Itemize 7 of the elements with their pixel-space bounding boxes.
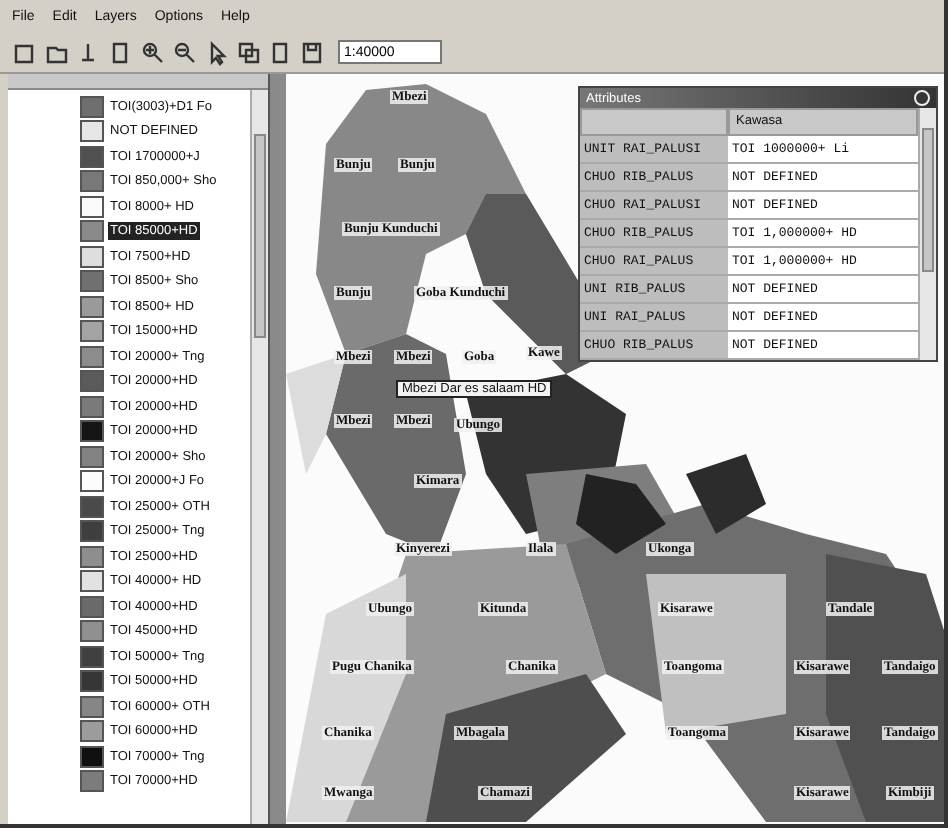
save-icon[interactable]: [298, 39, 324, 65]
scroll-bar[interactable]: [250, 90, 268, 824]
new-file-icon[interactable]: [10, 39, 36, 65]
zoom-in-icon[interactable]: [138, 39, 164, 65]
zoom-out-icon[interactable]: [170, 39, 196, 65]
scroll-bar[interactable]: [918, 108, 936, 360]
copy-icon[interactable]: [234, 39, 260, 65]
